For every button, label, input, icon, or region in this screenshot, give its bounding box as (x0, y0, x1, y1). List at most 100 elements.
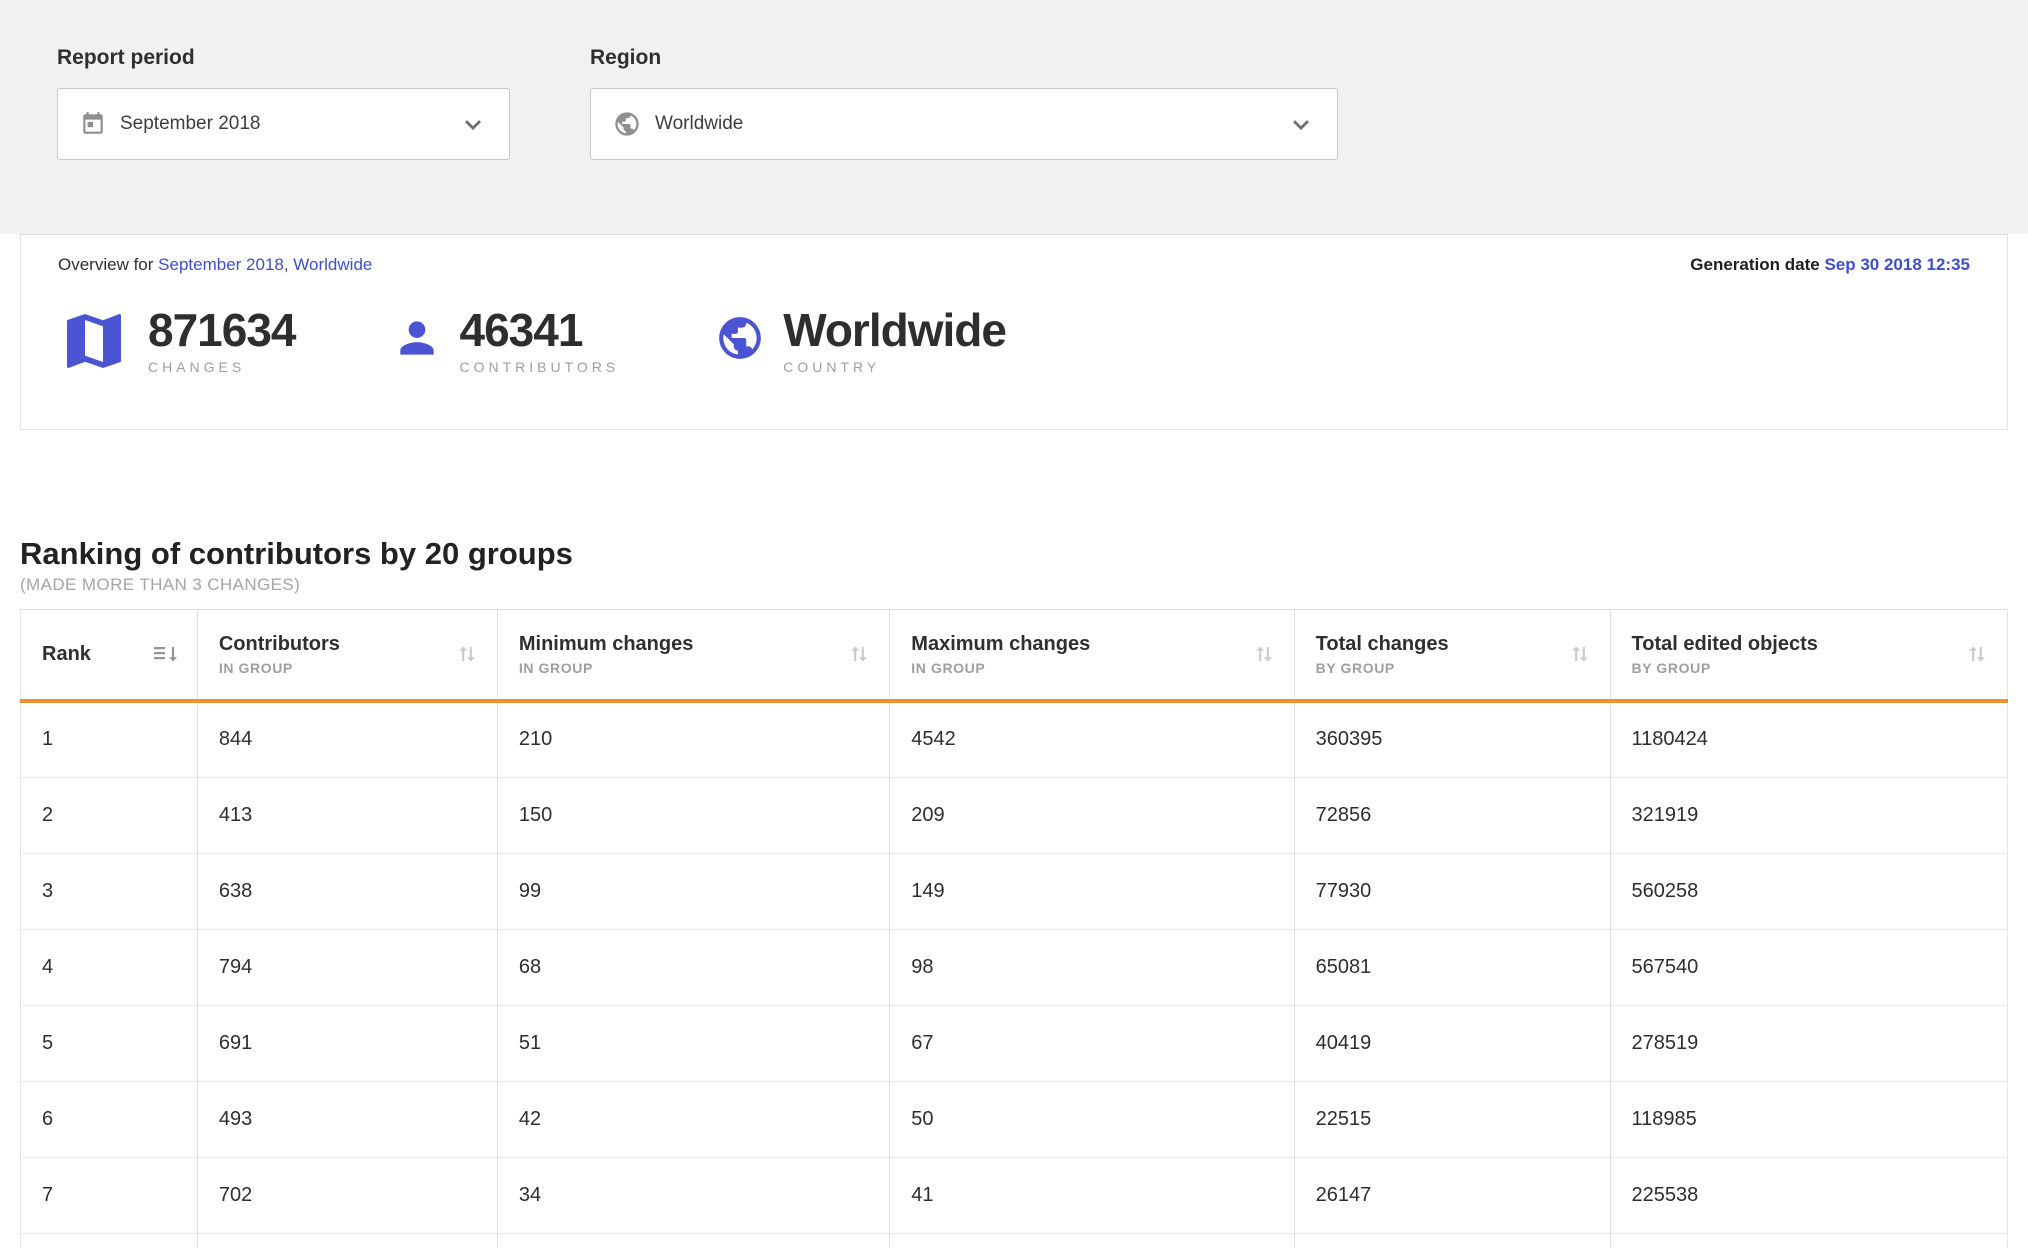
cell-total_changes: 360395 (1294, 701, 1610, 777)
sort-active-icon[interactable] (152, 642, 179, 666)
person-icon (392, 313, 442, 363)
changes-value: 871634 (148, 305, 296, 356)
report-period-label: Report period (57, 46, 510, 70)
sort-arrows-icon[interactable] (847, 642, 871, 666)
stat-contributors: 46341 CONTRIBUTORS (392, 305, 620, 377)
cell-total_edited: 118985 (1610, 1081, 2007, 1157)
column-sublabel: IN GROUP (911, 660, 1090, 676)
cell-rank: 1 (21, 701, 198, 777)
ranking-table: Rank Contributors IN GROUP (20, 609, 2008, 1248)
generation-date-label: Generation date (1690, 255, 1819, 274)
table-header-row: Rank Contributors IN GROUP (21, 609, 2008, 701)
stat-country: Worldwide COUNTRY (715, 305, 1006, 377)
overview-scope-link[interactable]: September 2018, Worldwide (158, 255, 372, 274)
cell-max_changes: 50 (890, 1081, 1294, 1157)
cell-min_changes: 34 (497, 1157, 889, 1233)
column-sublabel: BY GROUP (1316, 660, 1449, 676)
table-row: 5691516740419278519 (21, 1005, 2008, 1081)
cell-total_edited: 567540 (1610, 929, 2007, 1005)
country-value: Worldwide (783, 305, 1006, 356)
country-label: COUNTRY (783, 359, 1006, 375)
globe-icon (715, 313, 765, 363)
cell-contributors: 844 (197, 701, 497, 777)
cell-max_changes: 67 (890, 1005, 1294, 1081)
cell-contributors (197, 1233, 497, 1248)
cell-rank: 4 (21, 929, 198, 1005)
report-period-select[interactable]: September 2018 (57, 88, 510, 160)
cell-total_edited: 1180424 (1610, 701, 2007, 777)
cell-max_changes (890, 1233, 1294, 1248)
region-label: Region (590, 46, 1338, 70)
calendar-icon (80, 111, 106, 137)
col-header-contributors[interactable]: Contributors IN GROUP (197, 609, 497, 701)
column-label: Total changes (1316, 632, 1449, 656)
ranking-title: Ranking of contributors by 20 groups (20, 536, 2008, 572)
col-header-min-changes[interactable]: Minimum changes IN GROUP (497, 609, 889, 701)
cell-min_changes: 51 (497, 1005, 889, 1081)
region-select[interactable]: Worldwide (590, 88, 1338, 160)
column-sublabel: IN GROUP (219, 660, 340, 676)
column-label: Minimum changes (519, 632, 693, 656)
sort-arrows-icon[interactable] (455, 642, 479, 666)
column-sublabel: BY GROUP (1632, 660, 1818, 676)
contributors-label: CONTRIBUTORS (460, 359, 620, 375)
sort-arrows-icon[interactable] (1965, 642, 1989, 666)
col-header-total-changes[interactable]: Total changes BY GROUP (1294, 609, 1610, 701)
cell-total_changes: 40419 (1294, 1005, 1610, 1081)
cell-max_changes: 149 (890, 853, 1294, 929)
generation-date: Generation date Sep 30 2018 12:35 (1690, 255, 1970, 275)
ranking-section: Ranking of contributors by 20 groups (MA… (20, 536, 2008, 1248)
column-label: Maximum changes (911, 632, 1090, 656)
stats-row: 871634 CHANGES 46341 CONTRIBUTORS Worldw… (58, 305, 1970, 377)
col-header-max-changes[interactable]: Maximum changes IN GROUP (890, 609, 1294, 701)
overview-heading: Overview for September 2018, Worldwide (58, 255, 372, 275)
cell-total_changes: 72856 (1294, 777, 1610, 853)
cell-min_changes: 68 (497, 929, 889, 1005)
table-row-partial (21, 1233, 2008, 1248)
cell-rank (21, 1233, 198, 1248)
cell-contributors: 691 (197, 1005, 497, 1081)
sort-arrows-icon[interactable] (1568, 642, 1592, 666)
col-header-total-edited[interactable]: Total edited objects BY GROUP (1610, 609, 2007, 701)
cell-total_edited: 560258 (1610, 853, 2007, 929)
filter-bar: Report period September 2018 Region Worl… (0, 0, 2028, 234)
overview-card: Overview for September 2018, Worldwide G… (20, 234, 2008, 430)
cell-total_edited: 278519 (1610, 1005, 2007, 1081)
cell-min_changes (497, 1233, 889, 1248)
cell-min_changes: 42 (497, 1081, 889, 1157)
cell-rank: 7 (21, 1157, 198, 1233)
cell-min_changes: 150 (497, 777, 889, 853)
cell-contributors: 702 (197, 1157, 497, 1233)
contributors-value: 46341 (460, 305, 620, 356)
table-row: 184421045423603951180424 (21, 701, 2008, 777)
stat-changes: 871634 CHANGES (58, 305, 296, 377)
sort-arrows-icon[interactable] (1252, 642, 1276, 666)
cell-total_edited (1610, 1233, 2007, 1248)
report-period-group: Report period September 2018 (57, 46, 510, 234)
cell-total_edited: 321919 (1610, 777, 2007, 853)
table-row: 4794689865081567540 (21, 929, 2008, 1005)
cell-total_changes (1294, 1233, 1610, 1248)
table-row: 241315020972856321919 (21, 777, 2008, 853)
cell-rank: 6 (21, 1081, 198, 1157)
ranking-subtitle: (MADE MORE THAN 3 CHANGES) (20, 575, 2008, 595)
col-header-rank[interactable]: Rank (21, 609, 198, 701)
overview-prefix: Overview for (58, 255, 153, 274)
ranking-table-body: 1844210454236039511804242413150209728563… (21, 701, 2008, 1248)
cell-max_changes: 4542 (890, 701, 1294, 777)
table-row: 36389914977930560258 (21, 853, 2008, 929)
cell-total_changes: 65081 (1294, 929, 1610, 1005)
cell-contributors: 413 (197, 777, 497, 853)
cell-total_edited: 225538 (1610, 1157, 2007, 1233)
generation-date-value[interactable]: Sep 30 2018 12:35 (1824, 255, 1970, 274)
column-label: Rank (42, 642, 91, 666)
cell-contributors: 638 (197, 853, 497, 929)
cell-max_changes: 98 (890, 929, 1294, 1005)
region-group: Region Worldwide (590, 46, 1338, 234)
map-icon (58, 305, 130, 377)
cell-rank: 3 (21, 853, 198, 929)
column-label: Contributors (219, 632, 340, 656)
table-row: 6493425022515118985 (21, 1081, 2008, 1157)
cell-total_changes: 22515 (1294, 1081, 1610, 1157)
region-value: Worldwide (655, 113, 743, 135)
